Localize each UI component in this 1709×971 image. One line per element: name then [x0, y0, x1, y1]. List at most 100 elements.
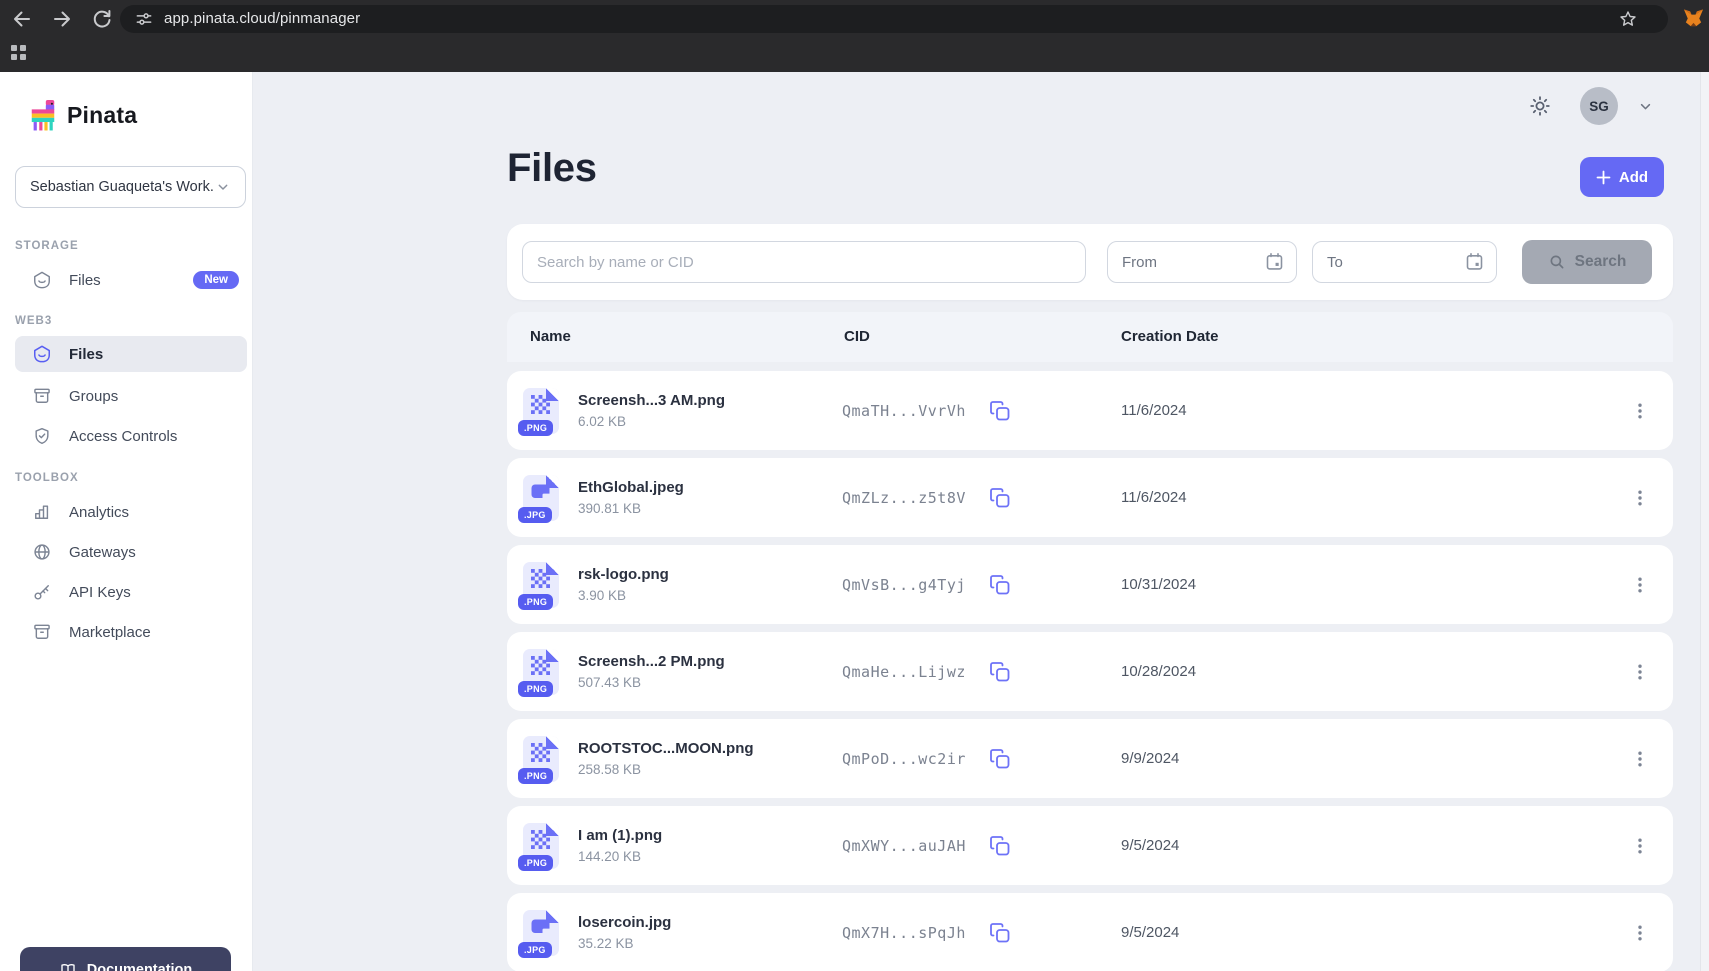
calendar-icon[interactable]	[1264, 251, 1285, 272]
search-input[interactable]	[522, 241, 1086, 283]
filter-panel: Search	[507, 224, 1673, 300]
sidebar-item-gateways[interactable]: Gateways	[15, 534, 247, 570]
name-cell: .PNG Screensh...3 AM.png 6.02 KB	[523, 371, 725, 450]
sidebar-item-analytics[interactable]: Analytics	[15, 494, 247, 530]
file-ext-badge: .PNG	[518, 768, 553, 784]
metamask-extension-icon[interactable]	[1682, 7, 1705, 30]
png-checker-glyph	[531, 656, 550, 675]
row-menu-kebab-icon[interactable]	[1625, 806, 1655, 885]
search-icon	[1548, 253, 1566, 271]
new-badge: New	[193, 271, 239, 289]
screen: app.pinata.cloud/pinmanager	[0, 0, 1709, 971]
file-name-block: Screensh...2 PM.png 507.43 KB	[578, 653, 725, 690]
row-menu-kebab-icon[interactable]	[1625, 893, 1655, 971]
file-size: 3.90 KB	[578, 588, 669, 603]
row-menu-kebab-icon[interactable]	[1625, 719, 1655, 798]
sidebar-item-marketplace[interactable]: Marketplace	[15, 614, 247, 650]
jpg-image-glyph	[531, 917, 550, 936]
name-cell: .PNG I am (1).png 144.20 KB	[523, 806, 662, 885]
documentation-button[interactable]: Documentation	[20, 947, 231, 971]
copy-cid-icon[interactable]	[988, 921, 1012, 945]
copy-cid-icon[interactable]	[988, 747, 1012, 771]
pinata-logo: Pinata	[28, 98, 137, 132]
table-row[interactable]: .PNG Screensh...3 AM.png 6.02 KB QmaTH..…	[507, 371, 1673, 450]
avatar[interactable]: SG	[1580, 87, 1618, 125]
table-row[interactable]: .PNG Screensh...2 PM.png 507.43 KB QmaHe…	[507, 632, 1673, 711]
calendar-icon[interactable]	[1464, 251, 1485, 272]
file-date: 11/6/2024	[1121, 458, 1187, 537]
file-name-block: losercoin.jpg 35.22 KB	[578, 914, 671, 951]
table-row[interactable]: .PNG rsk-logo.png 3.90 KB QmVsB...g4Tyj …	[507, 545, 1673, 624]
row-menu-kebab-icon[interactable]	[1625, 545, 1655, 624]
file-list: .PNG Screensh...3 AM.png 6.02 KB QmaTH..…	[507, 371, 1673, 971]
name-cell: .PNG ROOTSTOC...MOON.png 258.58 KB	[523, 719, 754, 798]
date-from-field	[1107, 241, 1297, 283]
scrollbar[interactable]	[1700, 72, 1709, 971]
cid-cell: QmX7H...sPqJh	[842, 893, 1012, 971]
table-row[interactable]: .JPG EthGlobal.jpeg 390.81 KB QmZLz...z5…	[507, 458, 1673, 537]
bookmark-star-icon[interactable]	[1618, 9, 1638, 29]
copy-cid-icon[interactable]	[988, 573, 1012, 597]
file-type-icon: .PNG	[523, 562, 559, 608]
row-menu-kebab-icon[interactable]	[1625, 371, 1655, 450]
png-checker-glyph	[531, 743, 550, 762]
file-name: Screensh...3 AM.png	[578, 392, 725, 409]
file-name-block: rsk-logo.png 3.90 KB	[578, 566, 669, 603]
table-row[interactable]: .JPG losercoin.jpg 35.22 KB QmX7H...sPqJ…	[507, 893, 1673, 971]
file-name: rsk-logo.png	[578, 566, 669, 583]
table-row[interactable]: .PNG I am (1).png 144.20 KB QmXWY...auJA…	[507, 806, 1673, 885]
cid-cell: QmVsB...g4Tyj	[842, 545, 1012, 624]
workspace-selector[interactable]: Sebastian Guaqueta's Work...	[15, 166, 246, 208]
file-date: 9/5/2024	[1121, 893, 1179, 971]
file-name: Screensh...2 PM.png	[578, 653, 725, 670]
back-icon[interactable]	[10, 7, 34, 31]
files-pin-icon	[32, 270, 52, 290]
date-to-field	[1312, 241, 1497, 283]
url-text[interactable]: app.pinata.cloud/pinmanager	[164, 10, 360, 27]
file-name-block: I am (1).png 144.20 KB	[578, 827, 662, 864]
sidebar-item-files-web3[interactable]: Files	[15, 336, 247, 372]
site-settings-icon[interactable]	[134, 9, 154, 29]
name-cell: .PNG Screensh...2 PM.png 507.43 KB	[523, 632, 725, 711]
file-type-icon: .PNG	[523, 388, 559, 434]
page-title: Files	[507, 146, 597, 191]
pinata-logo-icon	[28, 98, 58, 132]
add-button[interactable]: Add	[1580, 157, 1664, 197]
sidebar-item-access-controls[interactable]: Access Controls	[15, 418, 247, 454]
copy-cid-icon[interactable]	[988, 486, 1012, 510]
copy-cid-icon[interactable]	[988, 399, 1012, 423]
file-size: 390.81 KB	[578, 501, 684, 516]
sidebar-item-groups[interactable]: Groups	[15, 378, 247, 414]
account-chevron-down-icon[interactable]	[1637, 98, 1654, 115]
file-ext-badge: .JPG	[518, 942, 552, 958]
cid-cell: QmaHe...Lijwz	[842, 632, 1012, 711]
name-cell: .PNG rsk-logo.png 3.90 KB	[523, 545, 669, 624]
row-menu-kebab-icon[interactable]	[1625, 632, 1655, 711]
file-date: 10/31/2024	[1121, 545, 1196, 624]
cid-cell: QmaTH...VvrVh	[842, 371, 1012, 450]
name-cell: .JPG EthGlobal.jpeg 390.81 KB	[523, 458, 684, 537]
browser-chrome: app.pinata.cloud/pinmanager	[0, 0, 1709, 72]
row-menu-kebab-icon[interactable]	[1625, 458, 1655, 537]
file-name: EthGlobal.jpeg	[578, 479, 684, 496]
address-bar[interactable]: app.pinata.cloud/pinmanager	[120, 5, 1668, 33]
table-row[interactable]: .PNG ROOTSTOC...MOON.png 258.58 KB QmPoD…	[507, 719, 1673, 798]
file-date: 11/6/2024	[1121, 371, 1187, 450]
forward-icon[interactable]	[50, 7, 74, 31]
sidebar-item-api-keys[interactable]: API Keys	[15, 574, 247, 610]
bar-chart-icon	[32, 502, 52, 522]
file-type-icon: .PNG	[523, 736, 559, 782]
sidebar-item-files-storage[interactable]: Files New	[15, 262, 247, 298]
png-checker-glyph	[531, 830, 550, 849]
cid-cell: QmXWY...auJAH	[842, 806, 1012, 885]
copy-cid-icon[interactable]	[988, 660, 1012, 684]
grid-menu-icon[interactable]	[11, 45, 26, 60]
file-name-block: Screensh...3 AM.png 6.02 KB	[578, 392, 725, 429]
reload-icon[interactable]	[90, 7, 114, 31]
file-ext-badge: .JPG	[518, 507, 552, 523]
theme-toggle-sun-icon[interactable]	[1528, 94, 1552, 118]
chevron-down-icon	[215, 179, 231, 195]
table-header: Name CID Creation Date	[507, 312, 1673, 362]
search-button[interactable]: Search	[1522, 240, 1652, 284]
copy-cid-icon[interactable]	[988, 834, 1012, 858]
